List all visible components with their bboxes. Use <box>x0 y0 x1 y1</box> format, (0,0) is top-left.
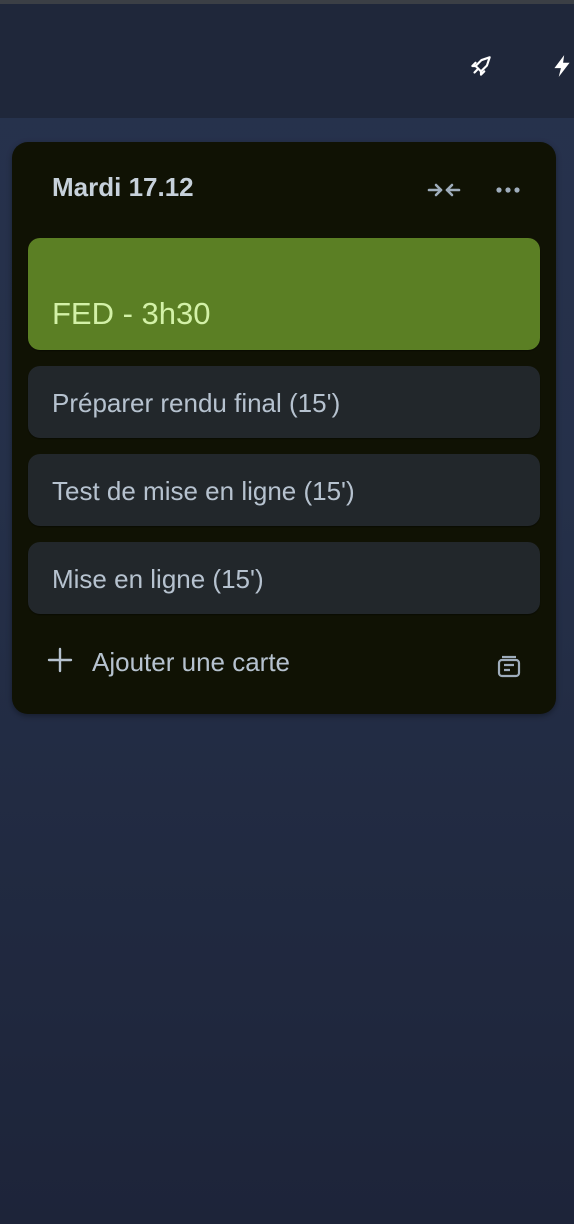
collapse-arrows-icon[interactable] <box>426 172 462 208</box>
card-title: Test de mise en ligne (15') <box>52 476 355 506</box>
board-header <box>0 0 574 118</box>
card-title: FED - 3h30 <box>52 296 211 331</box>
add-card-label: Ajouter une carte <box>92 647 291 677</box>
card-title: Mise en ligne (15') <box>52 564 264 594</box>
list-column: Mardi 17.12 FED - 3h30 Préparer rendu fi… <box>12 142 556 714</box>
card-preparer-rendu[interactable]: Préparer rendu final (15') <box>28 366 540 438</box>
card-title: Préparer rendu final (15') <box>52 388 341 418</box>
rocket-icon[interactable] <box>467 52 495 80</box>
more-dots-icon[interactable] <box>490 172 526 208</box>
card-fed[interactable]: FED - 3h30 <box>28 238 540 350</box>
list-header: Mardi 17.12 <box>12 142 556 238</box>
card-test-mise-en-ligne[interactable]: Test de mise en ligne (15') <box>28 454 540 526</box>
lightning-icon[interactable] <box>548 52 574 80</box>
card-template-icon[interactable] <box>486 644 532 690</box>
card-mise-en-ligne[interactable]: Mise en ligne (15') <box>28 542 540 614</box>
list-title[interactable]: Mardi 17.12 <box>52 172 194 203</box>
plus-icon <box>47 647 73 673</box>
add-card-button[interactable]: Ajouter une carte <box>28 632 480 702</box>
